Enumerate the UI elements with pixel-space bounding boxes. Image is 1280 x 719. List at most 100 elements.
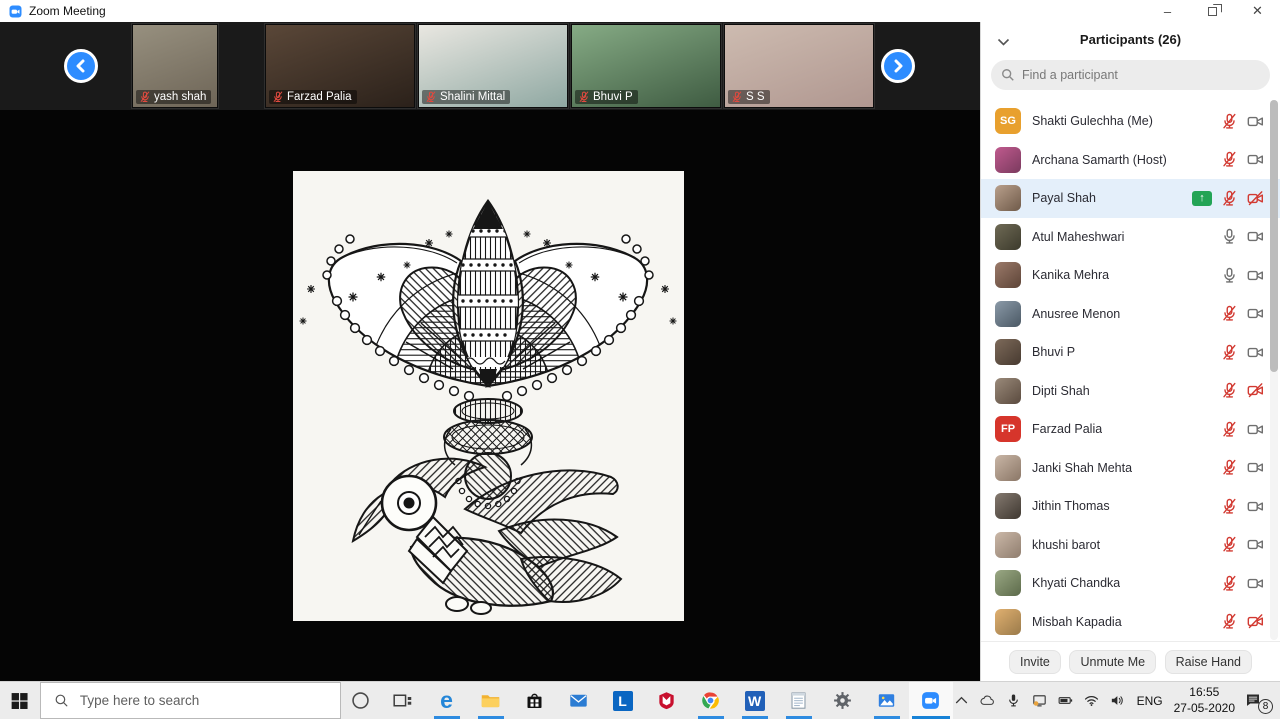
participant-row[interactable]: Atul Maheshwari	[981, 218, 1280, 257]
mic-muted-icon[interactable]	[1221, 151, 1238, 168]
thumbnail-participant-name: Bhuvi P	[593, 91, 633, 103]
next-videos-button[interactable]	[881, 49, 915, 83]
taskbar-app-microsoft-store[interactable]	[513, 682, 557, 719]
microphone-tray-icon[interactable]	[1005, 692, 1022, 709]
camera-on-icon[interactable]	[1247, 305, 1264, 322]
panel-collapse-button[interactable]	[997, 34, 1010, 44]
taskbar-app-notepad[interactable]	[777, 682, 821, 719]
restore-button[interactable]	[1190, 0, 1235, 22]
screen-sharing-badge: ↑	[1192, 191, 1212, 206]
mcafee-icon	[656, 690, 677, 711]
close-button[interactable]: ✕	[1235, 0, 1280, 22]
camera-on-icon[interactable]	[1247, 228, 1264, 245]
camera-on-icon[interactable]	[1247, 459, 1264, 476]
mic-on-icon[interactable]	[1221, 267, 1238, 284]
taskbar-app-word[interactable]: W	[733, 682, 777, 719]
minimize-button[interactable]: –	[1145, 0, 1190, 22]
display-tray-icon[interactable]	[1031, 692, 1048, 709]
participant-search-box[interactable]	[991, 60, 1270, 90]
participant-row[interactable]: Anusree Menon	[981, 295, 1280, 334]
camera-off-icon[interactable]	[1247, 382, 1264, 399]
participant-row[interactable]: Jithin Thomas	[981, 487, 1280, 526]
taskbar-app-mcafee[interactable]	[645, 682, 689, 719]
invite-button[interactable]: Invite	[1009, 650, 1061, 674]
participants-footer: Invite Unmute Me Raise Hand	[981, 641, 1280, 681]
taskbar-app-photos[interactable]	[865, 682, 909, 719]
mic-muted-icon[interactable]	[1221, 536, 1238, 553]
scrollbar-thumb[interactable]	[1270, 100, 1278, 372]
previous-videos-button[interactable]	[64, 49, 98, 83]
camera-on-icon[interactable]	[1247, 151, 1264, 168]
participant-search-input[interactable]	[1022, 68, 1242, 82]
clock[interactable]: 16:55 27-05-2020	[1174, 685, 1235, 716]
start-button[interactable]	[0, 682, 40, 719]
mic-muted-icon[interactable]	[1221, 575, 1238, 592]
camera-on-icon[interactable]	[1247, 498, 1264, 515]
chevron-right-icon	[891, 59, 905, 73]
mic-muted-icon[interactable]	[1221, 113, 1238, 130]
participant-name: khushi barot	[1032, 538, 1100, 552]
participant-status-icons	[1221, 613, 1264, 630]
mic-muted-icon[interactable]	[1221, 459, 1238, 476]
participant-row[interactable]: Dipti Shah	[981, 372, 1280, 411]
taskbar-search-box[interactable]	[40, 682, 341, 719]
onedrive-tray-icon[interactable]	[979, 692, 996, 709]
participant-status-icons	[1221, 151, 1264, 168]
taskbar-app-mail[interactable]	[557, 682, 601, 719]
volume-tray-icon[interactable]	[1109, 692, 1126, 709]
camera-on-icon[interactable]	[1247, 113, 1264, 130]
mic-muted-icon[interactable]	[1221, 382, 1238, 399]
microsoft-store-icon	[524, 690, 545, 711]
mic-muted-icon[interactable]	[1221, 498, 1238, 515]
participant-name: Anusree Menon	[1032, 307, 1120, 321]
battery-tray-icon[interactable]	[1057, 692, 1074, 709]
participant-status-icons	[1221, 459, 1264, 476]
participant-row[interactable]: Janki Shah Mehta	[981, 449, 1280, 488]
taskbar-app-edge[interactable]: e	[425, 682, 469, 719]
wifi-tray-icon[interactable]	[1083, 692, 1100, 709]
notification-center-button[interactable]: 8	[1244, 691, 1268, 711]
taskbar-app-zoom[interactable]	[909, 682, 953, 719]
camera-on-icon[interactable]	[1247, 344, 1264, 361]
participant-row[interactable]: Kanika Mehra	[981, 256, 1280, 295]
taskbar-app-linkedin[interactable]: L	[601, 682, 645, 719]
mic-muted-icon[interactable]	[1221, 613, 1238, 630]
video-thumbnail[interactable]: S S	[724, 24, 874, 108]
mic-muted-icon[interactable]	[1221, 190, 1238, 207]
taskbar-app-task-view[interactable]	[381, 682, 425, 719]
video-thumbnail[interactable]: Farzad Palia	[265, 24, 415, 108]
camera-off-icon[interactable]	[1247, 613, 1264, 630]
language-indicator[interactable]: ENG	[1135, 694, 1165, 708]
camera-on-icon[interactable]	[1247, 421, 1264, 438]
participant-row[interactable]: Payal Shah ↑	[981, 179, 1280, 218]
video-thumbnail[interactable]: Bhuvi P	[571, 24, 721, 108]
participant-row[interactable]: Bhuvi P	[981, 333, 1280, 372]
video-thumbnail[interactable]: Shalini Mittal	[418, 24, 568, 108]
raise-hand-button[interactable]: Raise Hand	[1165, 650, 1252, 674]
camera-on-icon[interactable]	[1247, 575, 1264, 592]
camera-on-icon[interactable]	[1247, 536, 1264, 553]
taskbar-app-chrome[interactable]	[689, 682, 733, 719]
participant-row[interactable]: Archana Samarth (Host)	[981, 141, 1280, 180]
thumbnail-name-label: Shalini Mittal	[422, 90, 510, 104]
mic-on-icon[interactable]	[1221, 228, 1238, 245]
taskbar-search-input[interactable]	[80, 693, 330, 708]
participant-row[interactable]: Khyati Chandka	[981, 564, 1280, 603]
taskbar-app-file-explorer[interactable]	[469, 682, 513, 719]
camera-off-icon[interactable]	[1247, 190, 1264, 207]
participant-row[interactable]: SG Shakti Gulechha (Me)	[981, 102, 1280, 141]
thumbnail-name-label: Farzad Palia	[269, 90, 357, 104]
participant-row[interactable]: khushi barot	[981, 526, 1280, 565]
mic-muted-icon[interactable]	[1221, 344, 1238, 361]
video-thumbnail[interactable]: yash shah	[132, 24, 218, 108]
cortana-button[interactable]	[341, 682, 381, 719]
camera-on-icon[interactable]	[1247, 267, 1264, 284]
unmute-me-button[interactable]: Unmute Me	[1069, 650, 1156, 674]
mic-muted-icon[interactable]	[1221, 305, 1238, 322]
taskbar-app-settings[interactable]	[821, 682, 865, 719]
task-view-icon	[392, 690, 413, 711]
show-hidden-icons-button[interactable]	[953, 692, 970, 709]
mic-muted-icon[interactable]	[1221, 421, 1238, 438]
participant-row[interactable]: Misbah Kapadia	[981, 603, 1280, 642]
participant-row[interactable]: FP Farzad Palia	[981, 410, 1280, 449]
